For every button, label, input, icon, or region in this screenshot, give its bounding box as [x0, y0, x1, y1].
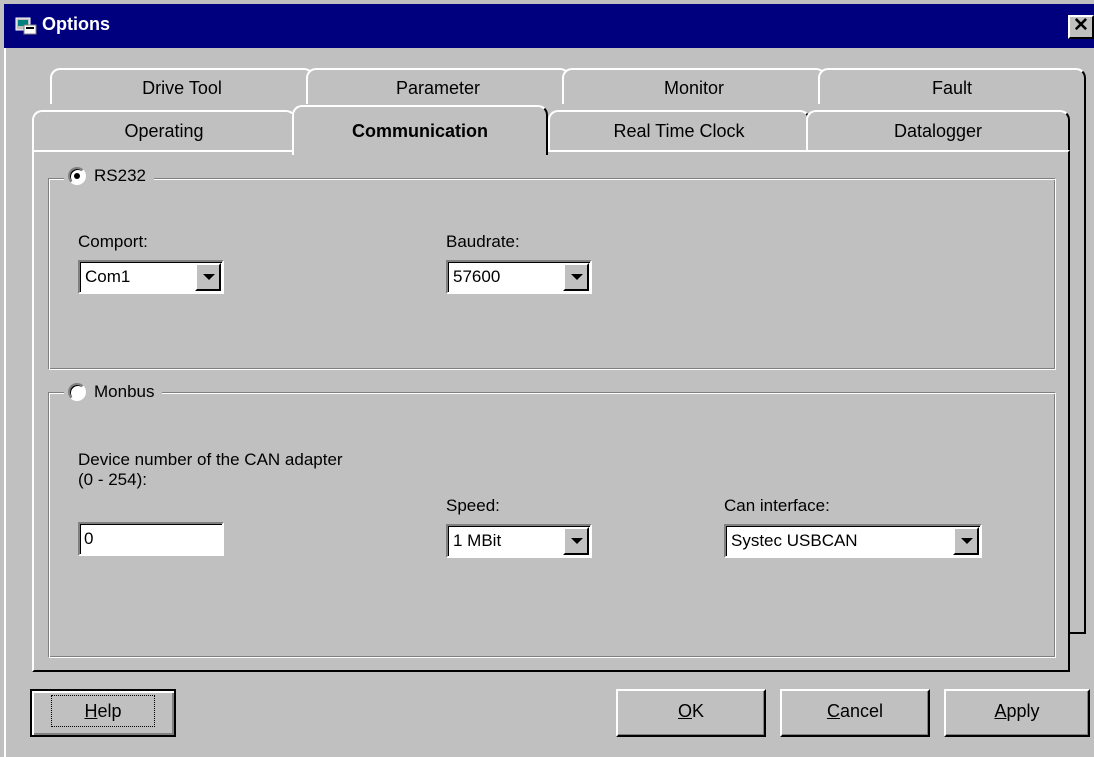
monbus-radio[interactable] — [68, 383, 86, 401]
can-interface-value: Systec USBCAN — [731, 531, 858, 550]
help-focus: Help — [51, 695, 155, 727]
tab-real-time-clock[interactable]: Real Time Clock — [548, 110, 810, 152]
close-icon: ✕ — [1073, 15, 1089, 36]
app-icon — [15, 17, 37, 35]
can-interface-select[interactable]: Systec USBCAN — [724, 524, 982, 558]
speed-value: 1 MBit — [453, 531, 502, 550]
rs232-legend[interactable]: RS232 — [64, 166, 154, 186]
baudrate-value: 57600 — [453, 267, 501, 286]
comport-select[interactable]: Com1 — [78, 260, 224, 294]
apply-label: pply — [1006, 701, 1040, 721]
chevron-down-icon[interactable] — [953, 527, 979, 555]
title-bar: Options — [4, 4, 1094, 48]
rs232-radio[interactable] — [68, 167, 86, 185]
device-number-range-label: (0 - 254): — [78, 470, 147, 489]
close-button[interactable]: ✕ — [1068, 15, 1094, 39]
ok-label: K — [692, 701, 705, 721]
ok-button[interactable]: OK — [616, 689, 766, 737]
tab-communication[interactable]: Communication — [292, 105, 548, 155]
chevron-down-icon[interactable] — [563, 527, 589, 555]
speed-select[interactable]: 1 MBit — [446, 524, 592, 558]
apply-mnemonic: A — [994, 701, 1007, 721]
tab-monitor[interactable]: Monitor — [562, 68, 826, 104]
rs232-label: RS232 — [94, 166, 146, 185]
tab-datalogger[interactable]: Datalogger — [806, 110, 1070, 152]
chevron-down-icon[interactable] — [195, 263, 221, 291]
tab-operating[interactable]: Operating — [32, 110, 296, 152]
cancel-button[interactable]: Cancel — [780, 689, 930, 737]
device-number-input[interactable] — [78, 522, 224, 556]
window-frame — [4, 48, 6, 757]
cancel-mnemonic: C — [826, 701, 840, 721]
tab-parameter[interactable]: Parameter — [306, 68, 570, 104]
baudrate-label: Baudrate: — [446, 232, 520, 251]
cancel-label: ancel — [839, 701, 884, 721]
help-label: elp — [97, 701, 122, 721]
monbus-label: Monbus — [94, 382, 155, 401]
comport-label: Comport: — [78, 232, 148, 251]
help-button[interactable]: Help — [30, 689, 176, 737]
baudrate-select[interactable]: 57600 — [446, 260, 592, 294]
device-number-label: Device number of the CAN adapter — [78, 450, 343, 469]
apply-button[interactable]: Apply — [944, 689, 1090, 737]
monbus-legend[interactable]: Monbus — [64, 382, 163, 402]
tab-fault[interactable]: Fault — [818, 68, 1086, 104]
chevron-down-icon[interactable] — [563, 263, 589, 291]
speed-label: Speed: — [446, 496, 500, 515]
window-title: Options — [42, 14, 110, 34]
communication-page: RS232 Comport: Com1 Baudrate: 57600 Monb… — [32, 150, 1070, 672]
tab-drive-tool[interactable]: Drive Tool — [50, 68, 314, 104]
can-interface-label: Can interface: — [724, 496, 830, 515]
help-mnemonic: H — [84, 701, 98, 721]
comport-value: Com1 — [85, 267, 131, 286]
ok-mnemonic: O — [677, 701, 692, 721]
